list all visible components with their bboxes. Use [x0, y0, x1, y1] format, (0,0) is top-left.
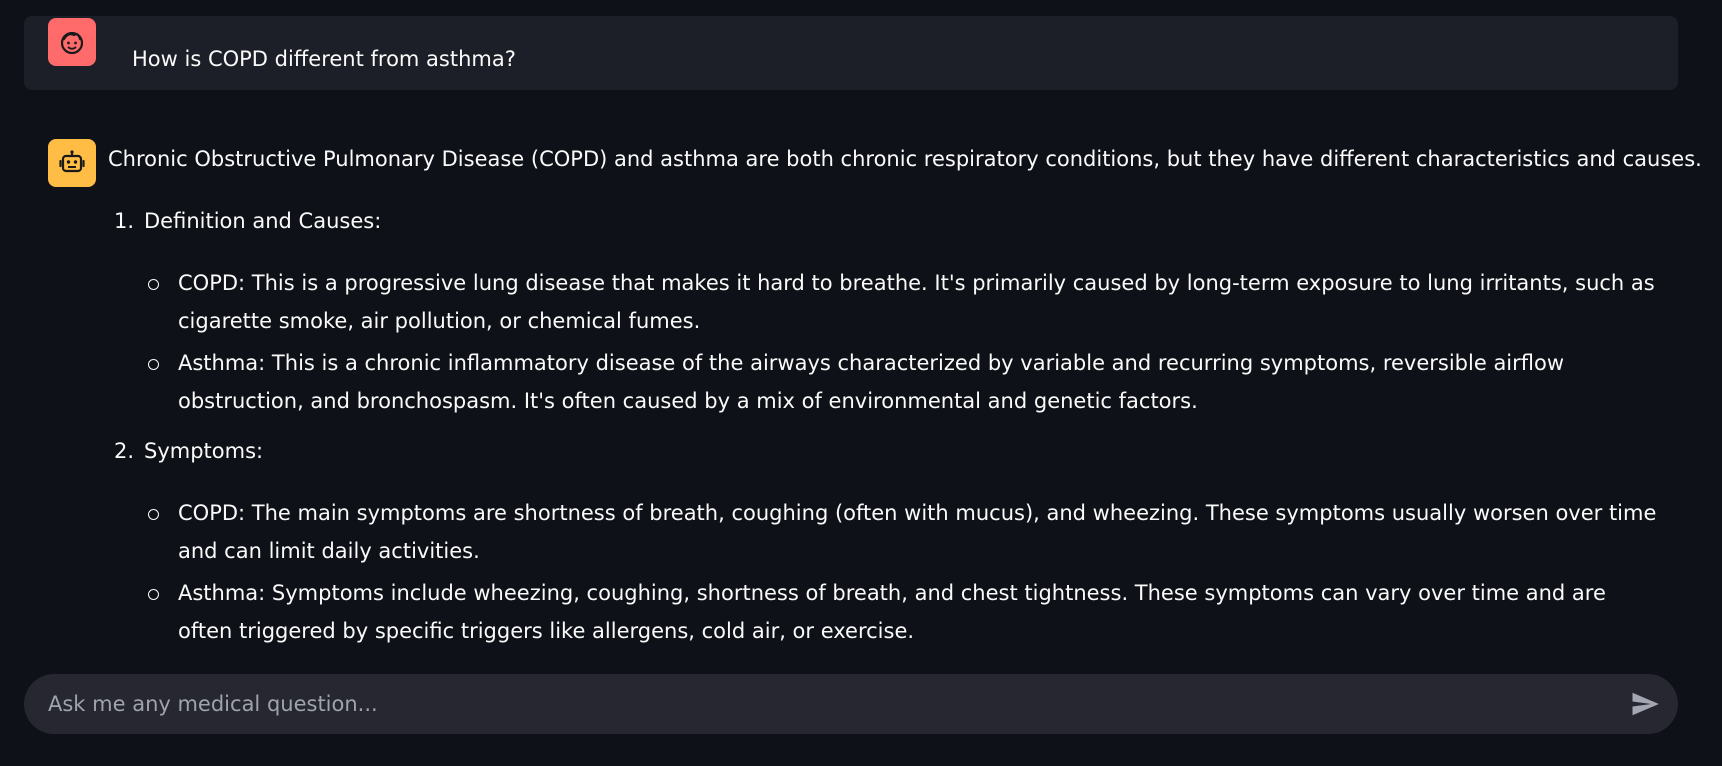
section-number: 1. [114, 209, 135, 233]
section-number: 2. [114, 439, 135, 463]
user-avatar [48, 18, 96, 66]
face-icon [60, 31, 84, 55]
send-icon [1632, 692, 1659, 716]
assistant-intro-text: Chronic Obstructive Pulmonary Disease (C… [108, 147, 1702, 171]
user-message: How is COPD different from asthma? [24, 16, 1678, 90]
section-symptoms: 2. Symptoms: COPD: The main symptoms are … [108, 438, 1678, 650]
list-item: Asthma: Symptoms include wheezing, cough… [148, 574, 1678, 650]
section-title-text: Symptoms: [144, 439, 264, 463]
section-definition-causes: 1. Definition and Causes: COPD: This is a… [108, 208, 1678, 420]
list-item: COPD: The main symptoms are shortness of… [148, 494, 1678, 570]
bullet-list: COPD: The main symptoms are shortness of… [148, 494, 1678, 650]
section-title-text: Definition and Causes: [144, 209, 382, 233]
send-button[interactable] [1628, 687, 1662, 721]
list-item: Asthma: This is a chronic inflammatory d… [148, 344, 1678, 420]
assistant-avatar [48, 139, 96, 187]
chat-input[interactable] [48, 674, 1608, 734]
bullet-list: COPD: This is a progressive lung disease… [148, 264, 1678, 420]
chat-page: How is COPD different from asthma? Chron… [0, 0, 1722, 766]
section-title: 2. Symptoms: [114, 438, 1678, 464]
robot-icon [59, 150, 85, 173]
assistant-sections: 1. Definition and Causes: COPD: This is a… [108, 208, 1678, 654]
section-title: 1. Definition and Causes: [114, 208, 1678, 234]
user-message-text: How is COPD different from asthma? [132, 47, 516, 71]
list-item: COPD: This is a progressive lung disease… [148, 264, 1678, 340]
chat-input-bar [24, 674, 1678, 734]
